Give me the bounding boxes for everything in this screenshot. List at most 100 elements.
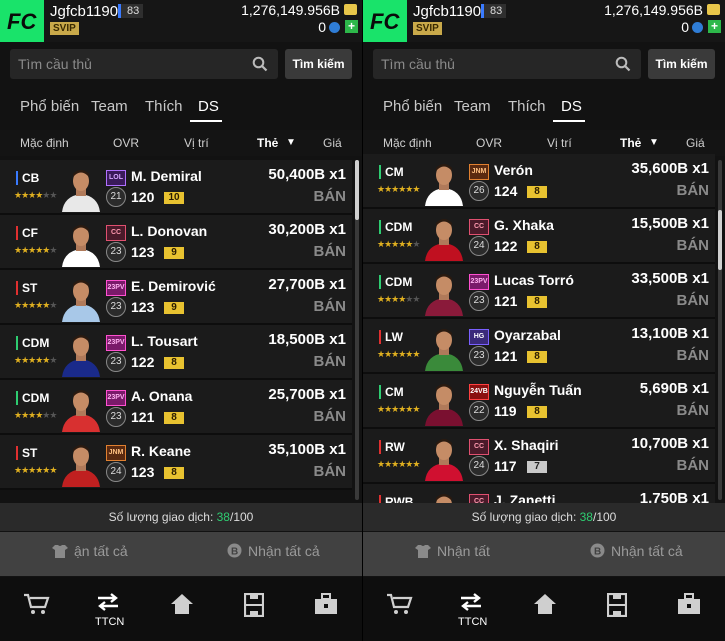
upgrade-level: 23 xyxy=(469,346,489,366)
home-icon[interactable] xyxy=(170,593,194,620)
player-price: 50,400B x1 xyxy=(268,166,346,183)
enhance-grade: 9 xyxy=(164,302,184,314)
upgrade-level: 23 xyxy=(106,352,126,372)
player-row[interactable]: ST ★★★★★★ 23PV 23 E. Demirović 123 9 27,700B x1… xyxy=(0,270,352,325)
collect-all-button[interactable]: B Nhận tất cả xyxy=(227,543,320,559)
sell-button[interactable]: BÁN xyxy=(677,237,710,254)
player-row[interactable]: ST ★★★★★★ JNM 24 R. Keane 123 8 35,100B x1 BÁN xyxy=(0,435,352,490)
action-bar: ận tất cả B Nhận tất cả xyxy=(0,532,362,576)
scrollbar-thumb[interactable] xyxy=(718,210,722,270)
player-row[interactable]: CDM ★★★★★★ CC 24 G. Xhaka 122 8 15,500B x1 BÁN xyxy=(363,209,715,264)
player-row[interactable]: CB ★★★★★★ LOL 21 M. Demiral 120 10 50,400B x1 BÁ… xyxy=(0,160,352,215)
player-name: Lucas Torró xyxy=(494,272,574,288)
transfer-icon[interactable] xyxy=(459,593,483,616)
enhance-grade: 8 xyxy=(527,406,547,418)
player-row[interactable]: RWB★★★★★★CCJ. Zanetti1,750B x1 xyxy=(363,484,715,503)
sell-button[interactable]: BÁN xyxy=(677,292,710,309)
player-name: Verón xyxy=(494,162,533,178)
player-row[interactable]: CDM ★★★★★★ 23PV 23 Lucas Torró 121 8 33,500B x1… xyxy=(363,264,715,319)
sell-button[interactable]: BÁN xyxy=(314,353,347,370)
position-label: CF xyxy=(16,226,38,240)
upgrade-level: 26 xyxy=(469,181,489,201)
enhance-grade: 10 xyxy=(164,192,184,204)
trade-label: Số lượng giao dịch: xyxy=(471,510,580,524)
enhance-grade: 8 xyxy=(527,241,547,253)
receive-all-label: Nhận tất xyxy=(437,543,490,559)
player-ovr: 122 xyxy=(494,238,518,254)
player-row[interactable]: CM ★★★★★★ JNM 26 Verón 124 8 35,600B x1 BÁN xyxy=(363,154,715,209)
player-price: 18,500B x1 xyxy=(268,331,346,348)
receive-all-button[interactable]: Nhận tất xyxy=(415,543,490,559)
star-rating: ★★★★★★ xyxy=(14,465,57,475)
player-row[interactable]: CF ★★★★★★ CC 23 L. Donovan 123 9 30,200B x1 BÁN xyxy=(0,215,352,270)
player-ovr: 119 xyxy=(494,403,517,419)
collect-all-button[interactable]: B Nhận tất cả xyxy=(590,543,683,559)
player-price: 13,100B x1 xyxy=(631,325,709,342)
player-ovr: 122 xyxy=(131,354,155,370)
sell-button[interactable]: BÁN xyxy=(677,182,710,199)
upgrade-level: 23 xyxy=(106,242,126,262)
sell-button[interactable]: BÁN xyxy=(314,243,347,260)
position-label: CDM xyxy=(16,391,49,405)
season-badge: 23PV xyxy=(106,335,126,351)
trade-count-bar: Số lượng giao dịch: 38/100 xyxy=(363,503,725,531)
sell-button[interactable]: BÁN xyxy=(314,298,347,315)
season-badge: HG xyxy=(469,329,489,345)
season-badge: LOL xyxy=(106,170,126,186)
left-screen: FC Jgfcb1190 83 SVIP 1,276,149.956B 0 + Tìm cầu… xyxy=(0,0,362,641)
player-list: CB ★★★★★★ LOL 21 M. Demiral 120 10 50,400B x1 BÁ… xyxy=(0,0,362,503)
player-price: 33,500B x1 xyxy=(631,270,709,287)
player-row[interactable]: CDM ★★★★★★ 23PV 23 L. Tousart 122 8 18,500B x1 B… xyxy=(0,325,352,380)
receive-all-button[interactable]: ận tất cả xyxy=(52,543,128,559)
nav-label-ttcn: TTCN xyxy=(458,616,488,628)
player-ovr: 123 xyxy=(131,244,155,260)
trade-label: Số lượng giao dịch: xyxy=(108,510,217,524)
toolbox-icon[interactable] xyxy=(677,593,701,620)
player-avatar xyxy=(421,160,467,206)
player-row[interactable]: LW ★★★★★★ HG 23 Oyarzabal 121 8 13,100B x1 BÁN xyxy=(363,319,715,374)
upgrade-level: 23 xyxy=(106,407,126,427)
star-rating: ★★★★★★ xyxy=(377,349,420,359)
season-badge: CC xyxy=(469,219,489,235)
field-icon[interactable] xyxy=(606,592,628,622)
upgrade-level: 21 xyxy=(106,187,126,207)
sell-button[interactable]: BÁN xyxy=(677,402,710,419)
collect-all-label: Nhận tất cả xyxy=(248,543,320,559)
sell-button[interactable]: BÁN xyxy=(677,457,710,474)
position-label: CDM xyxy=(16,336,49,350)
player-price: 27,700B x1 xyxy=(268,276,346,293)
position-label: RWB xyxy=(379,495,413,503)
sell-button[interactable]: BÁN xyxy=(314,188,347,205)
field-icon[interactable] xyxy=(243,592,265,622)
season-badge: CC xyxy=(106,225,126,241)
transfer-icon[interactable] xyxy=(96,593,120,616)
player-row[interactable]: CDM ★★★★★★ 23PV 23 A. Onana 121 8 25,700B x1 BÁN xyxy=(0,380,352,435)
star-rating: ★★★★★★ xyxy=(14,245,57,255)
cart-icon[interactable] xyxy=(24,593,50,620)
star-rating: ★★★★★★ xyxy=(14,410,57,420)
scrollbar-thumb[interactable] xyxy=(355,160,359,220)
enhance-grade: 8 xyxy=(164,357,184,369)
player-name: E. Demirović xyxy=(131,278,216,294)
player-avatar xyxy=(421,380,467,426)
player-price: 25,700B x1 xyxy=(268,386,346,403)
action-bar: Nhận tất B Nhận tất cả xyxy=(363,532,725,576)
sell-button[interactable]: BÁN xyxy=(314,408,347,425)
trade-used: 38 xyxy=(216,510,230,524)
bottom-nav: TTCN xyxy=(363,577,725,641)
home-icon[interactable] xyxy=(533,593,557,620)
player-ovr: 117 xyxy=(494,458,517,474)
trade-total: /100 xyxy=(592,510,617,524)
cart-icon[interactable] xyxy=(387,593,413,620)
season-badge: JNM xyxy=(469,164,489,180)
player-row[interactable]: CM ★★★★★★ 24VB 22 Nguyễn Tuấn 119 8 5,690B x1 BÁ… xyxy=(363,374,715,429)
enhance-grade: 8 xyxy=(527,186,547,198)
toolbox-icon[interactable] xyxy=(314,593,338,620)
collect-all-label: Nhận tất cả xyxy=(611,543,683,559)
sell-button[interactable]: BÁN xyxy=(677,347,710,364)
player-row[interactable]: RW ★★★★★★ CC 24 X. Shaqiri 117 7 10,700B x1 BÁN xyxy=(363,429,715,484)
trade-count-bar: Số lượng giao dịch: 38/100 xyxy=(0,503,362,531)
sell-button[interactable]: BÁN xyxy=(314,463,347,480)
right-screen: FC Jgfcb1190 83 SVIP 1,276,149.956B 0 + Tìm cầu… xyxy=(363,0,725,641)
position-label: CM xyxy=(379,165,404,179)
